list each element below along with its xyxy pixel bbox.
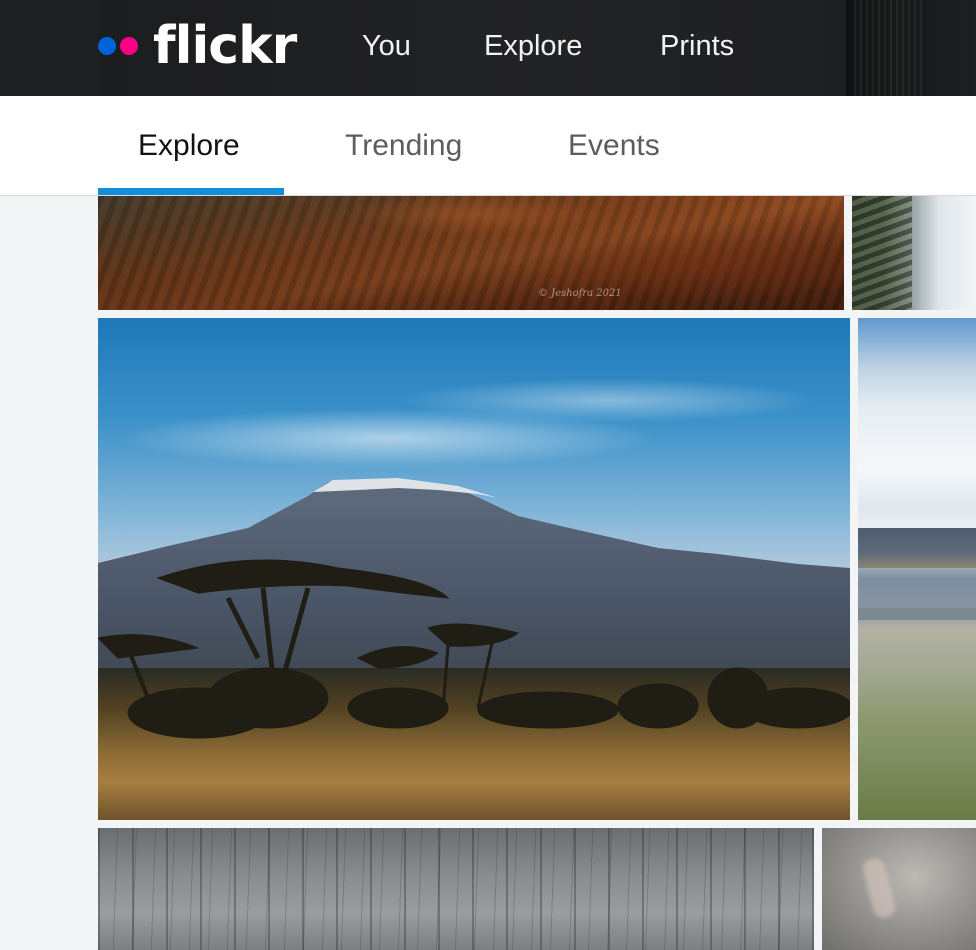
sub-navigation-bar: Explore Trending Events [0, 96, 976, 196]
nav-link-you[interactable]: You [362, 28, 411, 64]
tab-explore[interactable]: Explore [138, 126, 240, 166]
left-gutter [0, 196, 98, 950]
photo-tile-waterfall[interactable] [852, 196, 976, 310]
active-tab-indicator [98, 188, 284, 195]
photo-tile-clouds-landscape[interactable] [858, 318, 976, 820]
photo-tile-foggy-forest[interactable] [98, 828, 814, 950]
flickr-explore-page: flickr You Explore Prints Explore Trendi… [0, 0, 976, 950]
tab-events[interactable]: Events [568, 126, 660, 166]
logo-pink-dot-icon [120, 37, 138, 55]
photo-tile-blurred[interactable] [822, 828, 976, 950]
sky-cloud [398, 378, 818, 423]
nav-link-prints[interactable]: Prints [660, 28, 734, 64]
photo-tile-red-mountains[interactable]: © Jeshofra 2021 [98, 196, 844, 310]
logo-blue-dot-icon [98, 37, 116, 55]
flickr-logo[interactable]: flickr [98, 16, 297, 76]
logo-wordmark: flickr [153, 16, 297, 76]
acacia-trees [98, 559, 850, 739]
tab-trending[interactable]: Trending [345, 126, 462, 166]
nav-link-explore[interactable]: Explore [484, 28, 582, 64]
photo-watermark: © Jeshofra 2021 [538, 288, 622, 299]
photo-tile-kilimanjaro[interactable] [98, 318, 850, 820]
top-navigation-bar: flickr You Explore Prints [0, 0, 976, 96]
top-nav-right-photo-strip [846, 0, 976, 96]
